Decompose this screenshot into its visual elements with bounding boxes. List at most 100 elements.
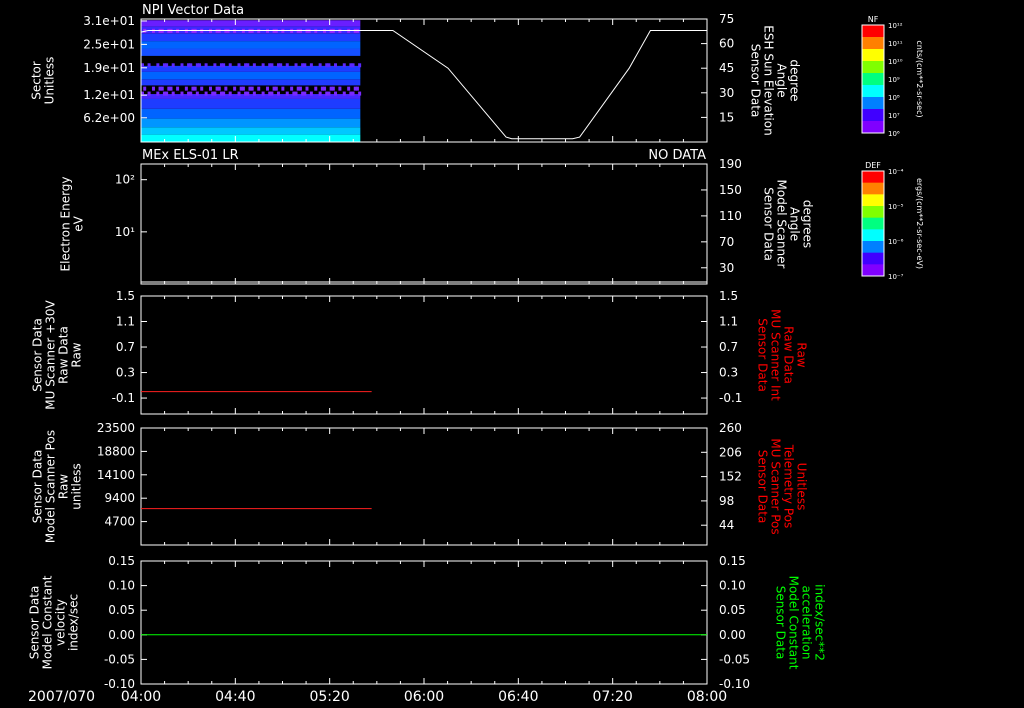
heatmap-speckle (187, 91, 191, 96)
heatmap-speckle (276, 63, 280, 68)
y-tick-label-right: 15 (719, 110, 734, 124)
y-axis-title-left: Sensor DataModel Scanner PosRawunitless (31, 430, 84, 543)
heatmap-speckle (147, 63, 151, 68)
colorbar-tick-label: 10⁻⁴ (888, 168, 904, 176)
x-tick-label: 07:20 (592, 689, 632, 705)
panel-2: 10¹ 10² 30 70 110 150 190 Electron EnergyeV Sens… (59, 148, 815, 285)
y-axis-title-line: Telemetry Pos (782, 444, 796, 528)
heatmap-band (141, 48, 361, 56)
y-axis-title-line: Sensor Data (762, 187, 776, 261)
y-tick-label-left: 1.1 (116, 315, 135, 329)
heatmap-speckle (224, 86, 228, 91)
heatmap-speckle (156, 91, 160, 96)
y-tick-label-right: 260 (719, 421, 742, 435)
panel-1: 6.2e+00 1.2e+01 1.9e+01 2.5e+01 3.1e+01 15 30 4… (30, 3, 802, 143)
colorbar-tick-label: 10⁻⁶ (888, 238, 904, 246)
heatmap-speckle (309, 63, 313, 68)
colorbar-swatch (862, 85, 884, 98)
y-tick-label-right: 152 (719, 470, 742, 484)
heatmap-speckle (228, 91, 232, 96)
y-tick-label-left: 9400 (104, 491, 135, 505)
y-axis-title-line: Raw (57, 474, 71, 499)
colorbar-swatch (862, 97, 884, 110)
heatmap-speckle (252, 63, 256, 68)
heatmap-speckle (200, 86, 204, 91)
y-axis-title-right: Sensor DataESH Sun ElevationAngledegree (749, 25, 802, 135)
heatmap-speckle (215, 86, 219, 91)
panel-4: 4700 9400 14100 18800 23500 44 98 152 206 260 Sens… (31, 421, 809, 546)
heatmap-speckle (211, 91, 215, 96)
heatmap-speckle (318, 63, 322, 68)
heatmap-speckle (261, 91, 265, 96)
colorbar-tick-label: 10⁷ (888, 112, 900, 120)
colorbar-swatch (862, 229, 884, 242)
heatmap-band (141, 108, 361, 119)
y-tick-label-right: 0.3 (719, 366, 738, 380)
x-tick-label: 06:00 (404, 689, 444, 705)
heatmap-speckle (162, 63, 166, 68)
y-tick-label-left: 10² (115, 173, 135, 187)
y-tick-label-right: 0.00 (719, 628, 746, 642)
heatmap-speckle (329, 86, 333, 91)
y-tick-label-left: 14100 (97, 468, 135, 482)
colorbar-tick-label: 10¹¹ (888, 40, 903, 48)
heatmap-speckle (325, 63, 329, 68)
heatmap-speckle (349, 91, 353, 96)
heatmap-speckle (349, 63, 353, 68)
colorbar-tick-label: 10⁻⁷ (888, 273, 904, 281)
y-tick-label-right: 30 (719, 86, 734, 100)
heatmap-band (141, 127, 361, 135)
heatmap-speckle (195, 91, 199, 96)
heatmap-speckle (158, 86, 162, 91)
colorbar-swatch (862, 121, 884, 134)
heatmap-speckle (334, 63, 338, 68)
y-axis-title-line: Unitless (795, 463, 809, 511)
colorbar-swatch (862, 252, 884, 265)
x-tick-label: 04:40 (215, 689, 255, 705)
heatmap-speckle (347, 86, 351, 91)
heatmap-speckle (301, 91, 305, 96)
stacked-time-series-chart: 6.2e+00 1.2e+01 1.9e+01 2.5e+01 3.1e+01 15 30 4… (28, 3, 925, 705)
y-axis-title-line: Model Scanner Pos (44, 430, 58, 543)
heatmap-speckle (301, 63, 305, 68)
colorbar-label: NF (868, 15, 879, 24)
x-tick-label: 04:00 (121, 689, 161, 705)
heatmap-speckle (290, 86, 294, 91)
y-axis-title-line: Raw Data (57, 326, 71, 384)
heatmap-speckle (171, 91, 175, 96)
y-axis-title-line: index/sec (67, 594, 81, 651)
y-tick-label-left: -0.1 (112, 391, 135, 405)
y-axis-title-line: MU Scanner Int (769, 309, 783, 401)
y-axis-title-right: Sensor DataMU Scanner PosTelemetry PosUn… (756, 438, 809, 534)
y-axis-title-line: Electron Energy (59, 176, 73, 271)
heatmap-speckle (252, 91, 256, 96)
y-tick-label-left: 0.00 (108, 628, 135, 642)
colorbar-units: cnts/(cm**2-sr-sec) (915, 40, 924, 117)
y-tick-label-left: 0.15 (108, 554, 135, 568)
heatmap-band (141, 71, 361, 80)
heatmap-band (141, 98, 361, 109)
colorbar-nf: NF 10¹² 10¹¹ 10¹⁰ 10⁹ 10⁸ 10⁷ 10⁶ cnts/(cm**2-sr… (861, 15, 924, 138)
heatmap-speckle (244, 91, 248, 96)
heatmap (141, 20, 362, 142)
y-tick-label-right: 190 (719, 157, 742, 171)
y-tick-label-right: 0.15 (719, 554, 746, 568)
y-tick-label-left: 23500 (97, 421, 135, 435)
y-axis-title-line: Raw (795, 342, 809, 367)
y-axis-title-left: Electron EnergyeV (59, 176, 86, 271)
y-axis-title-line: Sensor Data (756, 318, 770, 392)
y-tick-label-right: 1.1 (719, 315, 738, 329)
heatmap-speckle (176, 86, 180, 91)
heatmap-speckle (342, 63, 346, 68)
heatmap-speckle (261, 63, 265, 68)
colorbar-swatch (862, 264, 884, 277)
y-axis-title-line: acceleration (800, 586, 814, 660)
heatmap-speckle (358, 63, 362, 68)
colorbar-swatch (862, 206, 884, 219)
y-axis-title-line: Sensor Data (31, 450, 45, 524)
y-axis-title-line: Sensor Data (756, 450, 770, 524)
y-tick-label-right: 206 (719, 445, 742, 459)
y-tick-label-left: -0.05 (104, 652, 135, 666)
y-axis-title-line: degrees (801, 200, 815, 248)
y-axis-title-left: Sensor DataMU Scanner +30VRaw DataRaw (31, 300, 84, 410)
